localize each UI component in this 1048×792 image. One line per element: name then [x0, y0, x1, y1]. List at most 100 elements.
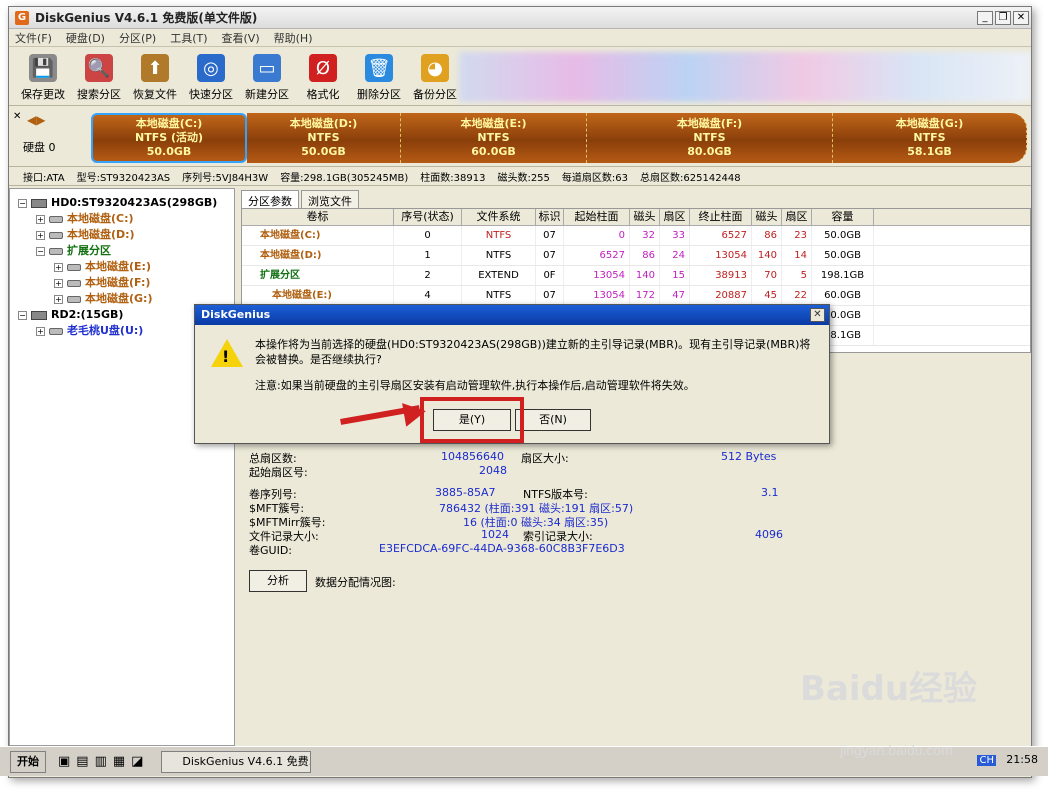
partition-icon: [67, 263, 81, 271]
pointer-arrowhead: [402, 399, 428, 427]
table-cell: 本地磁盘(C:): [242, 226, 394, 245]
tree-item[interactable]: + 本地磁盘(C:): [36, 211, 134, 227]
table-row[interactable]: 本地磁盘(D:) 1 NTFS 07 6527 86 24 13054 140 14 50.0GB: [242, 246, 1030, 266]
expand-toggle-icon[interactable]: +: [36, 230, 45, 240]
toolbar: 💾 保存更改 🔍 搜索分区 ⬆ 恢复文件 ◎ 快速分区 ▭ 新建分区 Ø 格式化 🗑 删除分区 ◕ 备份分区: [9, 48, 1031, 106]
tree-item[interactable]: + 老毛桃U盘(U:): [36, 323, 143, 339]
column-header[interactable]: 标识: [536, 209, 564, 225]
table-cell: 15: [660, 266, 690, 285]
menu-view[interactable]: 查看(V): [222, 30, 260, 46]
expand-toggle-icon[interactable]: −: [18, 310, 27, 320]
toolbar-new-partition-button[interactable]: ▭ 新建分区: [239, 48, 295, 104]
disk-nav-arrows[interactable]: ◀▶: [27, 113, 45, 127]
toolbar-format-button[interactable]: Ø 格式化: [295, 48, 351, 104]
tree-item[interactable]: + 本地磁盘(F:): [54, 275, 150, 291]
tab-browse-files[interactable]: 浏览文件: [301, 190, 359, 208]
table-cell: NTFS: [462, 226, 536, 245]
toolbar-delete-partition-button[interactable]: 🗑 删除分区: [351, 48, 407, 104]
tree-item[interactable]: − 扩展分区: [36, 243, 111, 259]
menu-bar: 文件(F) 硬盘(D) 分区(P) 工具(T) 查看(V) 帮助(H): [9, 29, 1031, 47]
table-row[interactable]: 扩展分区 2 EXTEND 0F 13054 140 15 38913 70 5 198.1GB: [242, 266, 1030, 286]
close-button[interactable]: ✕: [1013, 10, 1029, 25]
right-pane: 分区参数 浏览文件 卷标 序号(状态) 文件系统 标识 起始柱面 磁头 扇区 终止柱面 磁头 扇区…: [239, 188, 1031, 746]
column-header[interactable]: 磁头: [752, 209, 782, 225]
partition-icon: [49, 215, 63, 223]
column-header[interactable]: 起始柱面: [564, 209, 630, 225]
partition-block-4[interactable]: 本地磁盘(G:) NTFS 58.1GB: [833, 113, 1027, 163]
menu-tools[interactable]: 工具(T): [170, 30, 207, 46]
restore-button[interactable]: ❐: [995, 10, 1011, 25]
menu-file[interactable]: 文件(F): [15, 30, 52, 46]
table-cell: 47: [660, 286, 690, 305]
partition-fs: NTFS: [477, 131, 510, 144]
tree-item[interactable]: − HD0:ST9320423AS(298GB): [18, 195, 217, 211]
column-header[interactable]: 扇区: [782, 209, 812, 225]
partition-name: 本地磁盘(E:): [460, 117, 527, 130]
partition-block-2[interactable]: 本地磁盘(E:) NTFS 60.0GB: [401, 113, 587, 163]
table-cell: 6527: [564, 246, 630, 265]
close-panel-icon[interactable]: ✕: [13, 111, 21, 122]
expand-toggle-icon[interactable]: +: [54, 294, 63, 304]
tree-item[interactable]: − RD2:(15GB): [18, 307, 123, 323]
toolbar-save-button[interactable]: 💾 保存更改: [15, 48, 71, 104]
tab-partition-params[interactable]: 分区参数: [241, 190, 299, 208]
expand-toggle-icon[interactable]: +: [36, 214, 45, 224]
tree-item[interactable]: + 本地磁盘(D:): [36, 227, 135, 243]
column-header[interactable]: 卷标: [242, 209, 394, 225]
column-header[interactable]: 终止柱面: [690, 209, 752, 225]
toolbar-label: 恢复文件: [133, 88, 177, 101]
table-cell: 扩展分区: [242, 266, 394, 285]
toolbar-recover-button[interactable]: ⬆ 恢复文件: [127, 48, 183, 104]
column-header[interactable]: 扇区: [660, 209, 690, 225]
disk-map-bar: ✕ ◀▶ 硬盘 0 本地磁盘(C:) NTFS (活动) 50.0GB 本地磁盘(D:…: [9, 107, 1031, 167]
partition-block-1[interactable]: 本地磁盘(D:) NTFS 50.0GB: [247, 113, 401, 163]
expand-toggle-icon[interactable]: +: [36, 326, 45, 336]
toolbar-quick-partition-button[interactable]: ◎ 快速分区: [183, 48, 239, 104]
disk-tree: − HD0:ST9320423AS(298GB) + 本地磁盘(C:) + 本地磁盘(D:…: [9, 188, 235, 746]
toolbar-label: 新建分区: [245, 88, 289, 101]
table-row[interactable]: 本地磁盘(C:) 0 NTFS 07 0 32 33 6527 86 23 50.0GB: [242, 226, 1030, 246]
expand-toggle-icon[interactable]: +: [54, 262, 63, 272]
expand-toggle-icon[interactable]: +: [54, 278, 63, 288]
tree-item[interactable]: + 本地磁盘(G:): [54, 291, 152, 307]
table-cell: 07: [536, 226, 564, 245]
menu-disk[interactable]: 硬盘(D): [66, 30, 105, 46]
minimize-button[interactable]: _: [977, 10, 993, 25]
expand-toggle-icon[interactable]: −: [36, 246, 45, 256]
toolbar-search-button[interactable]: 🔍 搜索分区: [71, 48, 127, 104]
start-button[interactable]: 开始: [10, 750, 46, 773]
iface: 接口:ATA: [23, 173, 65, 184]
expand-toggle-icon[interactable]: −: [18, 198, 27, 208]
toolbar-backup-partition-button[interactable]: ◕ 备份分区: [407, 48, 463, 104]
tree-item-label: 本地磁盘(F:): [85, 276, 151, 289]
dialog-close-button[interactable]: ✕: [810, 308, 825, 322]
format-icon: Ø: [309, 54, 337, 82]
partition-name: 本地磁盘(G:): [895, 117, 964, 130]
tree-item[interactable]: + 本地磁盘(E:): [54, 259, 151, 275]
quick-launch-icons[interactable]: ▣▤▥▦◪: [58, 754, 149, 769]
dialog-title-bar: DiskGenius ✕: [195, 305, 829, 325]
table-cell: 70: [752, 266, 782, 285]
column-header[interactable]: 容量: [812, 209, 874, 225]
warning-mark: !: [222, 347, 230, 366]
save-icon: 💾: [29, 54, 57, 82]
table-row[interactable]: 本地磁盘(E:) 4 NTFS 07 13054 172 47 20887 45 22 60.0GB: [242, 286, 1030, 306]
partition-block-0[interactable]: 本地磁盘(C:) NTFS (活动) 50.0GB: [91, 113, 247, 163]
table-cell: 本地磁盘(D:): [242, 246, 394, 265]
menu-help[interactable]: 帮助(H): [274, 30, 313, 46]
taskbar-diskgenius[interactable]: DiskGenius V4.6.1 免费...: [161, 750, 312, 773]
table-cell: 32: [630, 226, 660, 245]
menu-partition[interactable]: 分区(P): [119, 30, 156, 46]
partition-fs: NTFS: [693, 131, 726, 144]
no-button[interactable]: 否(N): [515, 409, 591, 431]
table-cell: 23: [782, 226, 812, 245]
partition-block-3[interactable]: 本地磁盘(F:) NTFS 80.0GB: [587, 113, 833, 163]
column-header[interactable]: 文件系统: [462, 209, 536, 225]
column-header[interactable]: 序号(状态): [394, 209, 462, 225]
column-header[interactable]: 磁头: [630, 209, 660, 225]
table-cell: 140: [752, 246, 782, 265]
tree-item-label: RD2:(15GB): [51, 308, 124, 321]
analyze-button[interactable]: 分析: [249, 570, 307, 592]
table-cell: 5: [782, 266, 812, 285]
data-allocation-label: 数据分配情况图:: [315, 576, 396, 589]
